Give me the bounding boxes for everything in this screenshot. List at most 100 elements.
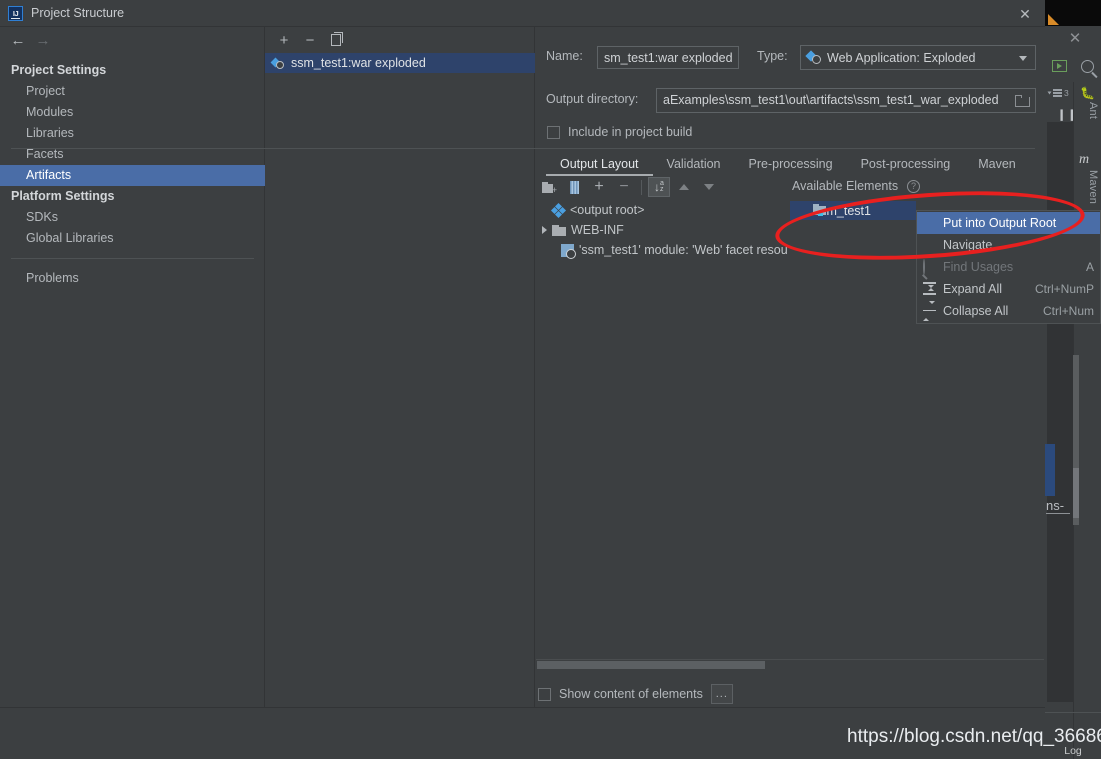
settings-sidebar: ← → Project Settings Project Modules Lib… (0, 27, 265, 707)
menu-item-label: Navigate (943, 238, 993, 252)
ant-tool-label[interactable]: Ant (1077, 102, 1099, 119)
watermark-text: https://blog.csdn.net/qq_36686441 (847, 726, 1101, 747)
name-label: Name: (546, 49, 583, 63)
sidebar-item-project[interactable]: Project (0, 81, 265, 102)
dialog-title: Project Structure (31, 6, 125, 20)
chevron-right-icon[interactable] (542, 226, 547, 234)
menu-item-expand-all[interactable]: Expand All Ctrl+NumP (917, 278, 1100, 300)
create-directory-button[interactable]: + (538, 177, 560, 197)
ide-scrollbar-thumb[interactable] (1073, 468, 1079, 518)
tree-row-label: 'ssm_test1' module: 'Web' facet resou (579, 243, 788, 257)
sidebar-item-modules[interactable]: Modules (0, 102, 265, 123)
remove-artifact-button[interactable]: − (299, 29, 321, 51)
module-icon (813, 204, 827, 216)
menu-item-shortcut: A (1085, 260, 1094, 274)
menu-item-collapse-all[interactable]: Collapse All Ctrl+Num (917, 300, 1100, 322)
artifact-type-select[interactable]: Web Application: Exploded (800, 45, 1036, 70)
tree-scrollbar-thumb[interactable] (537, 661, 765, 669)
ide-structure-count: 3 (1064, 88, 1069, 98)
create-archive-button[interactable] (563, 177, 585, 197)
context-menu: Put into Output Root Navigate Find Usage… (916, 210, 1101, 324)
output-layout-toolbar: + + − ↓ a z (538, 176, 728, 198)
dialog-close-button[interactable]: ✕ (1012, 3, 1038, 25)
sidebar-item-libraries[interactable]: Libraries (0, 123, 265, 144)
artifacts-toolbar: + − (265, 27, 535, 53)
menu-item-find-usages: Find Usages A (917, 256, 1100, 278)
available-elements-label: Available Elements (792, 179, 899, 193)
tree-row-label: WEB-INF (571, 223, 624, 237)
ide-close-icon[interactable]: ✕ (1058, 26, 1092, 50)
type-label: Type: (757, 49, 788, 63)
output-directory-field-wrap (656, 88, 1036, 113)
chevron-down-icon (1019, 56, 1027, 61)
sidebar-heading-platform-settings: Platform Settings (11, 189, 115, 203)
artifact-icon (270, 57, 285, 70)
artifact-type-value: Web Application: Exploded (827, 50, 976, 65)
sidebar-item-sdks[interactable]: SDKs (0, 207, 265, 228)
name-row: Name: (546, 49, 583, 63)
ide-structure-icon[interactable]: 3 (1047, 86, 1074, 100)
include-in-build-checkbox[interactable] (547, 125, 560, 139)
type-row: Type: (757, 49, 788, 63)
add-copy-of-button[interactable]: + (588, 177, 610, 197)
menu-item-label: Put into Output Root (943, 216, 1057, 230)
menu-item-navigate[interactable]: Navigate (917, 234, 1100, 256)
editor-tabs: Output Layout Validation Pre-processing … (546, 150, 1036, 176)
sidebar-navigation: ← → (0, 27, 265, 54)
menu-item-label: Collapse All (943, 304, 1009, 318)
sidebar-heading-project-settings: Project Settings (11, 63, 107, 77)
menu-item-shortcut: Ctrl+NumP (1034, 282, 1094, 296)
tab-output-layout[interactable]: Output Layout (546, 152, 653, 176)
remove-element-button[interactable]: − (613, 177, 635, 197)
output-directory-input[interactable] (657, 90, 1009, 111)
sidebar-divider (11, 258, 254, 259)
menu-item-label: Expand All (943, 282, 1003, 296)
tab-pre-processing[interactable]: Pre-processing (735, 152, 847, 176)
artifact-name-input[interactable] (597, 46, 739, 69)
sidebar-item-problems[interactable]: Problems (0, 268, 265, 289)
search-everywhere-icon[interactable] (1073, 52, 1101, 80)
expand-all-icon (923, 282, 937, 296)
available-element-item[interactable]: ssm_test1 (790, 201, 916, 220)
show-content-checkbox[interactable] (538, 687, 551, 701)
tab-maven[interactable]: Maven (964, 152, 1030, 176)
project-structure-dialog: IJ Project Structure ✕ ← → Project Setti… (0, 0, 1101, 759)
nav-forward-icon: → (35, 32, 51, 49)
tab-validation[interactable]: Validation (653, 152, 735, 176)
add-artifact-button[interactable]: + (273, 29, 295, 51)
include-in-build-row[interactable]: Include in project build (547, 125, 692, 139)
tab-post-processing[interactable]: Post-processing (847, 152, 965, 176)
show-content-options-button[interactable]: ... (710, 684, 733, 704)
maven-tool-label[interactable]: Maven (1077, 170, 1099, 204)
ant-bug-icon: 🐛 (1080, 86, 1095, 100)
menu-item-label: Find Usages (943, 260, 1014, 274)
menu-item-put-into-output-root[interactable]: Put into Output Root (917, 212, 1100, 234)
tree-row-label: <output root> (570, 203, 645, 217)
move-down-button[interactable] (698, 177, 720, 197)
ide-dark-panel (1047, 122, 1073, 702)
toolbar-divider (641, 179, 642, 195)
output-root-icon (550, 202, 567, 218)
show-content-label: Show content of elements (559, 687, 703, 701)
output-directory-row: Output directory: (546, 92, 638, 106)
available-elements-help-icon[interactable]: ? (907, 180, 920, 193)
folder-browse-icon[interactable] (1009, 94, 1035, 107)
ide-footer-divider (1045, 712, 1101, 713)
move-up-button[interactable] (673, 177, 695, 197)
copy-artifact-button[interactable] (325, 29, 347, 51)
include-in-build-label: Include in project build (568, 125, 693, 139)
sidebar-item-artifacts[interactable]: Artifacts (0, 165, 265, 186)
web-application-icon (805, 49, 821, 65)
output-directory-label: Output directory: (546, 92, 639, 106)
run-icon[interactable] (1045, 52, 1073, 80)
menu-item-shortcut: Ctrl+Num (1042, 304, 1094, 318)
artifacts-list-panel: + − ssm_test1:war exploded (265, 27, 535, 707)
ide-partial-text: ns- (1046, 498, 1065, 513)
sort-alphabetically-button[interactable]: ↓ a z (648, 177, 670, 197)
sidebar-item-global-libraries[interactable]: Global Libraries (0, 228, 265, 249)
ide-toolbar-row (1045, 52, 1101, 80)
facet-resource-icon (561, 243, 576, 259)
list-item[interactable]: ssm_test1:war exploded (265, 53, 535, 73)
tabs-underline (11, 148, 1035, 149)
nav-back-icon[interactable]: ← (8, 31, 28, 51)
